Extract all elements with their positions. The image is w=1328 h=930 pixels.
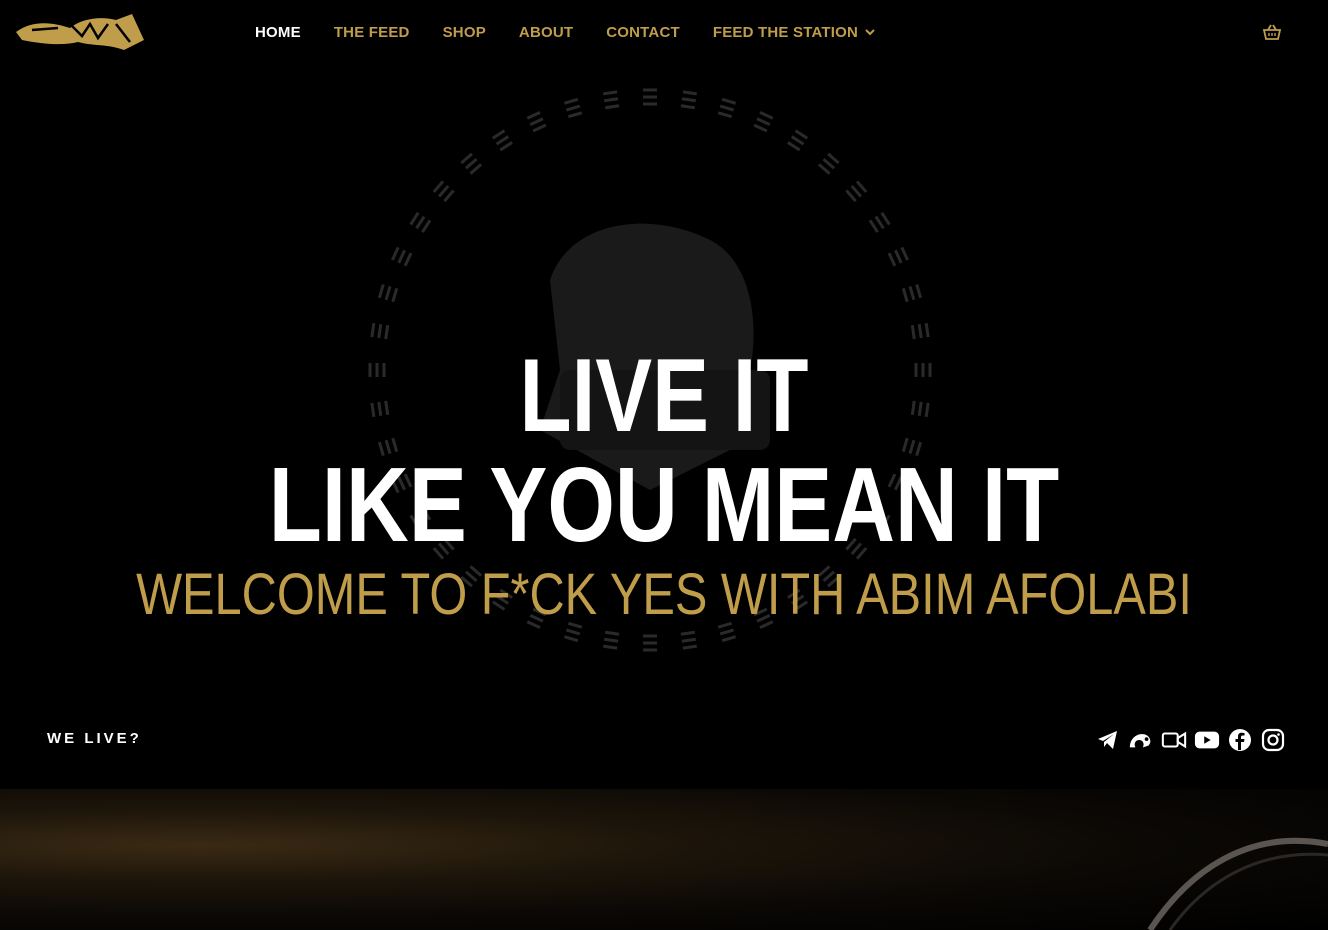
ring-dash [529, 117, 544, 126]
ring-dash [603, 644, 618, 650]
nav-the-feed[interactable]: THE FEED [334, 24, 410, 41]
ring-dash [643, 648, 657, 652]
ring-dash [567, 111, 583, 119]
social-links [1095, 726, 1293, 754]
ring-dash [377, 283, 385, 299]
ring-dash [887, 252, 897, 267]
ring-dash [682, 90, 697, 96]
ring-dash [719, 104, 735, 112]
ring-dash [643, 641, 657, 645]
ring-dash [753, 123, 768, 133]
ring-dash [565, 104, 581, 112]
nav-shop[interactable]: SHOP [443, 24, 486, 41]
nav-contact[interactable]: CONTACT [606, 24, 680, 41]
video-camera-icon[interactable] [1161, 727, 1187, 753]
instagram-icon[interactable] [1260, 727, 1286, 753]
ring-dash [717, 111, 733, 119]
ring-dash [681, 97, 696, 103]
background-photo-strip [0, 789, 1328, 930]
we-live-label: WE LIVE? [47, 730, 142, 747]
ring-dash [756, 117, 771, 126]
ring-dash [563, 97, 579, 105]
ring-dash [643, 88, 657, 92]
ring-dash [526, 111, 541, 120]
nav-shop-label: SHOP [442, 23, 486, 41]
nav-contact-label: CONTACT [606, 23, 680, 41]
ring-dash [605, 104, 620, 110]
hero-line-1: LIVE IT [519, 338, 809, 454]
graffiti-logo[interactable] [12, 10, 150, 54]
main-nav: HOME THE FEED SHOP ABOUT CONTACT FEED TH… [255, 20, 908, 44]
ring-dash [680, 104, 695, 110]
hero-line-2: LIKE YOU MEAN IT [268, 446, 1060, 564]
nav-home[interactable]: HOME [255, 24, 301, 41]
ring-dash [721, 635, 737, 643]
ring-dash [563, 635, 579, 643]
ring-dash [908, 285, 916, 301]
nav-feed-the-station[interactable]: FEED THE STATION [713, 24, 875, 41]
ring-dash [377, 324, 383, 339]
ring-dash [924, 323, 930, 338]
ring-dash [603, 90, 618, 96]
chevron-down-icon [865, 29, 875, 36]
ring-dash [391, 287, 399, 303]
ring-dash [397, 249, 406, 264]
ring-dash [643, 634, 657, 638]
ring-dash [917, 324, 923, 339]
ring-dash [681, 637, 696, 643]
cable-decoration [1147, 837, 1328, 930]
site-header: HOME THE FEED SHOP ABOUT CONTACT FEED TH… [0, 0, 1328, 64]
ring-dash [605, 630, 620, 636]
ring-dash [901, 287, 909, 303]
ring-dash [403, 252, 413, 267]
ring-dash [680, 630, 695, 636]
hero-welcome: WELCOME TO F*CK YES WITH ABIM AFOLABI [136, 562, 1192, 627]
telegram-icon[interactable] [1095, 727, 1121, 753]
ring-dash [391, 246, 400, 261]
ring-dash [604, 637, 619, 643]
nav-the-feed-label: THE FEED [333, 23, 410, 41]
ring-dash [721, 97, 737, 105]
nav-home-label: HOME [255, 23, 301, 41]
nav-about-label: ABOUT [518, 23, 574, 41]
nav-feed-the-station-label: FEED THE STATION [712, 23, 859, 41]
ring-dash [894, 249, 903, 264]
ring-dash [643, 102, 657, 106]
ring-dash [682, 644, 697, 650]
ring-dash [759, 111, 774, 120]
shopping-basket-icon[interactable] [1262, 22, 1282, 42]
nav-about[interactable]: ABOUT [519, 24, 573, 41]
ring-dash [370, 323, 376, 338]
rumble-icon[interactable] [1128, 727, 1154, 753]
ring-dash [384, 285, 392, 301]
youtube-icon[interactable] [1194, 727, 1220, 753]
ring-dash [915, 283, 923, 299]
ring-dash [643, 95, 657, 99]
ring-dash [532, 123, 547, 133]
ring-dash [900, 246, 909, 261]
facebook-icon[interactable] [1227, 727, 1253, 753]
ring-dash [604, 97, 619, 103]
